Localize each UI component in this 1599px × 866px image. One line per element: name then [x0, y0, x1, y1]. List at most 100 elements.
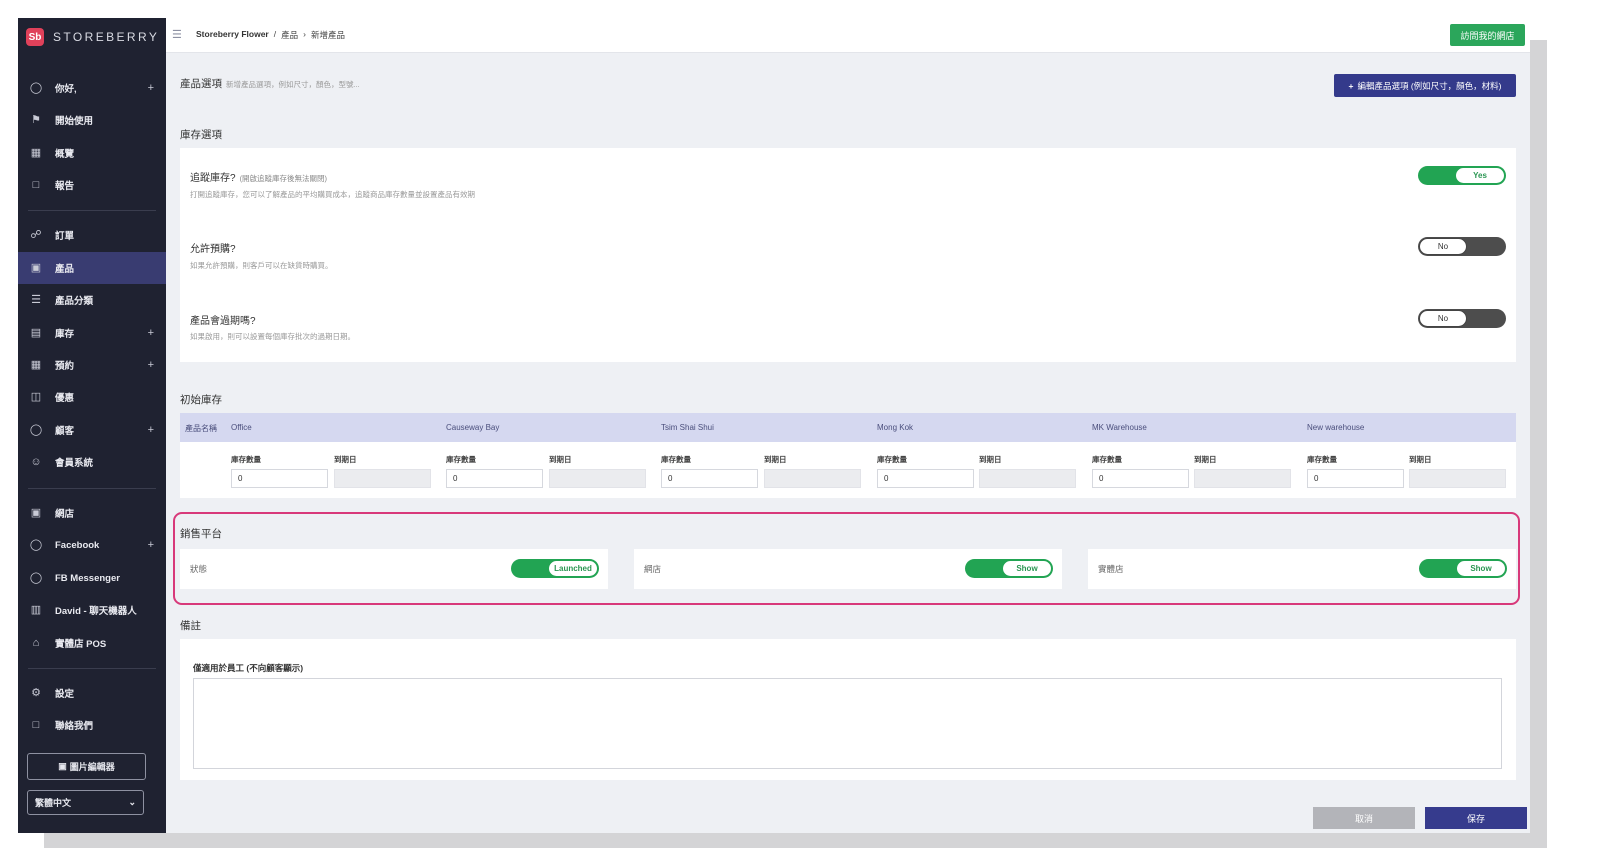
breadcrumb-separator: / [273, 29, 277, 39]
track-inventory-toggle[interactable]: Yes [1418, 166, 1506, 185]
location-header: MK Warehouse [1092, 423, 1147, 432]
track-inventory-label: 追蹤庫存? [190, 173, 236, 184]
stock-qty-input[interactable]: 0 [1307, 469, 1404, 488]
sidebar-item-reports[interactable]: □ 報告 [18, 169, 166, 201]
chat-icon: □ [32, 719, 40, 731]
expiry-date-input[interactable] [549, 469, 646, 488]
sidebar-item-contact[interactable]: □ 聯絡我們 [18, 709, 166, 741]
sales-platform-title: 銷售平台 [180, 528, 222, 540]
stock-qty-input[interactable]: 0 [877, 469, 974, 488]
launch-status-toggle[interactable]: Launched [511, 559, 599, 578]
sidebar-item-pos[interactable]: ⌂ 實體店 POS [18, 627, 166, 659]
document-icon: □ [32, 179, 40, 191]
sidebar-item-facebook[interactable]: ◯ Facebook + [18, 529, 166, 561]
breadcrumb-products[interactable]: 產品 [281, 29, 298, 41]
robot-icon: ▥ [30, 604, 42, 616]
edit-product-options-label: 編輯產品選項 (例如尺寸，顏色，材料) [1357, 80, 1502, 91]
notes-textarea[interactable] [193, 678, 1502, 769]
sidebar: Sb STOREBERRY ◯ 你好, + ⚑ 開始使用 ▦ 概覽 □ 報告 ☍… [18, 18, 166, 833]
expiry-date-input[interactable] [764, 469, 861, 488]
notes-card: 僅適用於員工 (不向顧客顯示) [180, 639, 1516, 780]
visit-store-button[interactable]: 訪問我的網店 [1450, 24, 1525, 46]
sidebar-item-inventory[interactable]: ▤ 庫存 + [18, 317, 166, 349]
track-inventory-hint: (開啟追蹤庫存後無法關閉) [239, 174, 328, 183]
brand[interactable]: Sb STOREBERRY [26, 26, 159, 48]
platform-physical-store-card: 實體店 Show [1088, 549, 1516, 589]
product-options-title: 產品選項 新增產品選項，例如尺寸，顏色，型號... [180, 76, 360, 91]
image-editor-label: 圖片編輯器 [69, 762, 115, 772]
physical-store-toggle[interactable]: Show [1419, 559, 1507, 578]
sidebar-item-label: 設定 [55, 689, 75, 700]
edit-product-options-button[interactable]: + 編輯產品選項 (例如尺寸，顏色，材料) [1334, 74, 1516, 97]
product-options-heading: 產品選項 [180, 78, 222, 90]
stock-qty-input[interactable]: 0 [1092, 469, 1189, 488]
messenger-icon: ◯ [29, 572, 43, 584]
expiry-label: 到期日 [1409, 455, 1432, 464]
sidebar-item-overview[interactable]: ▦ 概覽 [18, 137, 166, 169]
product-expires-title: 產品會過期嗎? [190, 316, 256, 327]
app-window: Sb STOREBERRY ◯ 你好, + ⚑ 開始使用 ▦ 概覽 □ 報告 ☍… [18, 18, 1530, 833]
toggle-value: Show [1457, 561, 1505, 576]
allow-preorder-title: 允許預購? [190, 244, 236, 255]
box-icon: ▤ [30, 327, 42, 339]
members-icon: ☺ [30, 456, 42, 468]
sidebar-item-label: 報告 [55, 181, 75, 192]
allow-preorder-toggle[interactable]: No [1418, 237, 1506, 256]
sidebar-item-product-categories[interactable]: ☰ 產品分類 [18, 284, 166, 316]
sidebar-item-fb-messenger[interactable]: ◯ FB Messenger [18, 562, 166, 594]
product-name-header: 產品名稱 [185, 424, 217, 433]
sidebar-item-products[interactable]: ▣ 產品 [18, 252, 166, 284]
product-options-subtitle: 新增產品選項，例如尺寸，顏色，型號... [226, 80, 360, 89]
topbar: ☰ Storeberry Flower / 產品 › 新增產品 訪問我的網店 [166, 18, 1530, 53]
sidebar-item-hello[interactable]: ◯ 你好, + [18, 72, 166, 104]
home-icon: ⌂ [32, 637, 40, 649]
sidebar-item-get-started[interactable]: ⚑ 開始使用 [18, 104, 166, 136]
expiry-date-input[interactable] [1194, 469, 1291, 488]
stock-qty-input[interactable]: 0 [446, 469, 543, 488]
platform-online-store-label: 網店 [644, 564, 662, 574]
sidebar-item-label: 實體店 POS [55, 639, 107, 650]
location-header: Tsim Shai Shui [661, 423, 714, 432]
expand-plus-icon[interactable]: + [148, 327, 154, 339]
expand-plus-icon[interactable]: + [148, 424, 154, 436]
sidebar-item-booking[interactable]: ▦ 預約 + [18, 349, 166, 381]
stock-qty-input[interactable]: 0 [231, 469, 328, 488]
sidebar-item-online-store[interactable]: ▣ 網店 [18, 497, 166, 529]
language-select[interactable]: 繁體中文 ⌄ [27, 790, 144, 815]
sidebar-item-customers[interactable]: ◯ 顧客 + [18, 414, 166, 446]
location-header: Office [231, 423, 252, 432]
sidebar-item-label: 開始使用 [55, 116, 94, 127]
list-icon: ☰ [31, 294, 41, 306]
qty-label: 庫存數量 [231, 455, 261, 464]
product-expires-toggle[interactable]: No [1418, 309, 1506, 328]
sidebar-item-label: 概覽 [55, 149, 75, 160]
sidebar-item-discounts[interactable]: ◫ 優惠 [18, 381, 166, 413]
initial-stock-header: 產品名稱 Office Causeway Bay Tsim Shai Shui … [180, 413, 1516, 442]
expand-plus-icon[interactable]: + [148, 359, 154, 371]
image-editor-button[interactable]: ▣ 圖片編輯器 [27, 753, 146, 780]
save-button[interactable]: 保存 [1425, 807, 1527, 829]
expiry-date-input[interactable] [334, 469, 431, 488]
cancel-button[interactable]: 取消 [1313, 807, 1415, 829]
storeberry-logo-icon: Sb [26, 28, 44, 46]
chevron-down-icon: ⌄ [128, 797, 136, 807]
toggle-value: Yes [1456, 168, 1504, 183]
sidebar-item-settings[interactable]: ⚙ 設定 [18, 677, 166, 709]
menu-toggle-icon[interactable]: ☰ [172, 28, 182, 41]
toggle-value: No [1419, 310, 1467, 327]
sidebar-item-label: 優惠 [55, 393, 75, 404]
stock-qty-input[interactable]: 0 [661, 469, 758, 488]
qty-label: 庫存數量 [877, 455, 907, 464]
online-store-toggle[interactable]: Show [965, 559, 1053, 578]
sidebar-item-chatbot[interactable]: ▥ David - 聊天機器人 [18, 594, 166, 626]
platform-online-store-card: 網店 Show [634, 549, 1062, 589]
expand-plus-icon[interactable]: + [148, 539, 154, 551]
bag-icon: ▣ [30, 262, 42, 274]
expiry-date-input[interactable] [979, 469, 1076, 488]
sidebar-item-membership[interactable]: ☺ 會員系統 [18, 446, 166, 478]
expand-plus-icon[interactable]: + [148, 82, 154, 94]
platform-physical-store-label: 實體店 [1098, 564, 1124, 574]
expiry-date-input[interactable] [1409, 469, 1506, 488]
breadcrumb-store[interactable]: Storeberry Flower [196, 29, 269, 41]
sidebar-item-orders[interactable]: ☍ 訂單 [18, 219, 166, 251]
